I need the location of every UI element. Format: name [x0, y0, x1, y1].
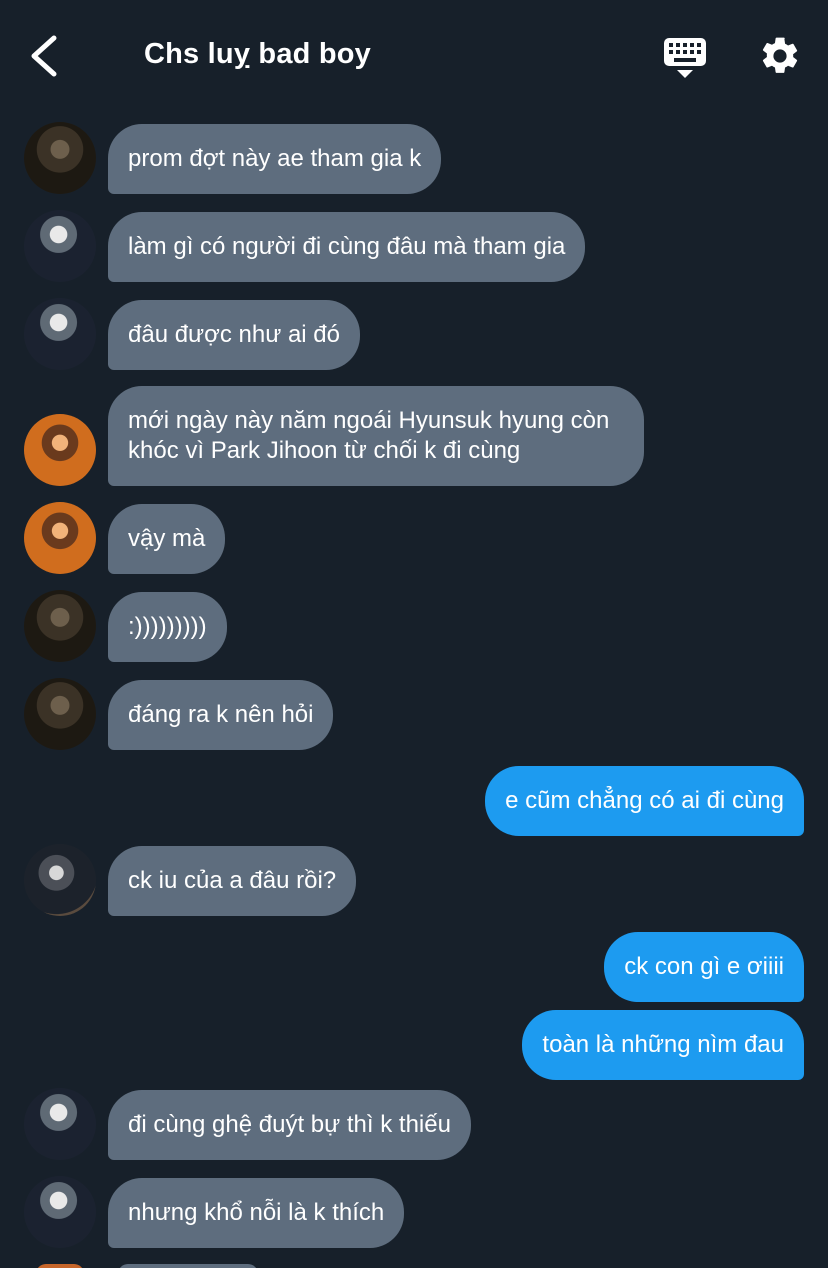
avatar[interactable]	[24, 414, 96, 486]
avatar[interactable]	[24, 1176, 96, 1248]
avatar[interactable]	[24, 1088, 96, 1160]
chat-header: Chs luỵ bad boy	[0, 0, 828, 110]
avatar[interactable]	[24, 298, 96, 370]
message-bubble[interactable]: ck con gì e ơiiii	[604, 932, 804, 1002]
message-bubble[interactable]: toàn là những nìm đau	[522, 1010, 804, 1080]
next-message-peek	[0, 1258, 828, 1268]
message-bubble[interactable]: mới ngày này năm ngoái Hyunsuk hyung còn…	[108, 386, 644, 486]
gear-icon	[762, 37, 798, 73]
avatar[interactable]	[36, 1264, 84, 1268]
back-button[interactable]	[24, 30, 68, 82]
message-bubble[interactable]: ck iu của a đâu rồi?	[108, 846, 357, 916]
avatar[interactable]	[24, 678, 96, 750]
message-bubble[interactable]: e cũm chẳng có ai đi cùng	[485, 766, 804, 836]
chevron-left-icon	[31, 35, 57, 77]
chat-title: Chs luỵ bad boy	[144, 38, 371, 70]
avatar[interactable]	[24, 210, 96, 282]
avatar[interactable]	[24, 122, 96, 194]
avatar[interactable]	[24, 502, 96, 574]
message-bubble[interactable]: prom đợt này ae tham gia k	[108, 124, 442, 194]
keyboard-icon	[664, 38, 706, 78]
message-bubble[interactable]: đi cùng ghệ đuýt bự thì k thiếu	[108, 1090, 471, 1160]
avatar[interactable]	[24, 590, 96, 662]
message-bubble[interactable]: :)))))))))	[108, 592, 227, 662]
keyboard-button[interactable]	[662, 36, 708, 80]
message-bubble[interactable]: nhưng khổ nỗi là k thích	[108, 1178, 405, 1248]
message-bubble[interactable]: làm gì có người đi cùng đâu mà tham gia	[108, 212, 586, 282]
settings-button[interactable]	[758, 34, 802, 78]
avatar[interactable]	[24, 844, 96, 916]
message-bubble[interactable]	[118, 1264, 258, 1268]
message-bubble[interactable]: đâu được như ai đó	[108, 300, 361, 370]
message-bubble[interactable]: vậy mà	[108, 504, 226, 574]
chat-screen: Chs luỵ bad boy prom đợt này ae tham gia…	[0, 0, 828, 1268]
message-bubble[interactable]: đáng ra k nên hỏi	[108, 680, 334, 750]
